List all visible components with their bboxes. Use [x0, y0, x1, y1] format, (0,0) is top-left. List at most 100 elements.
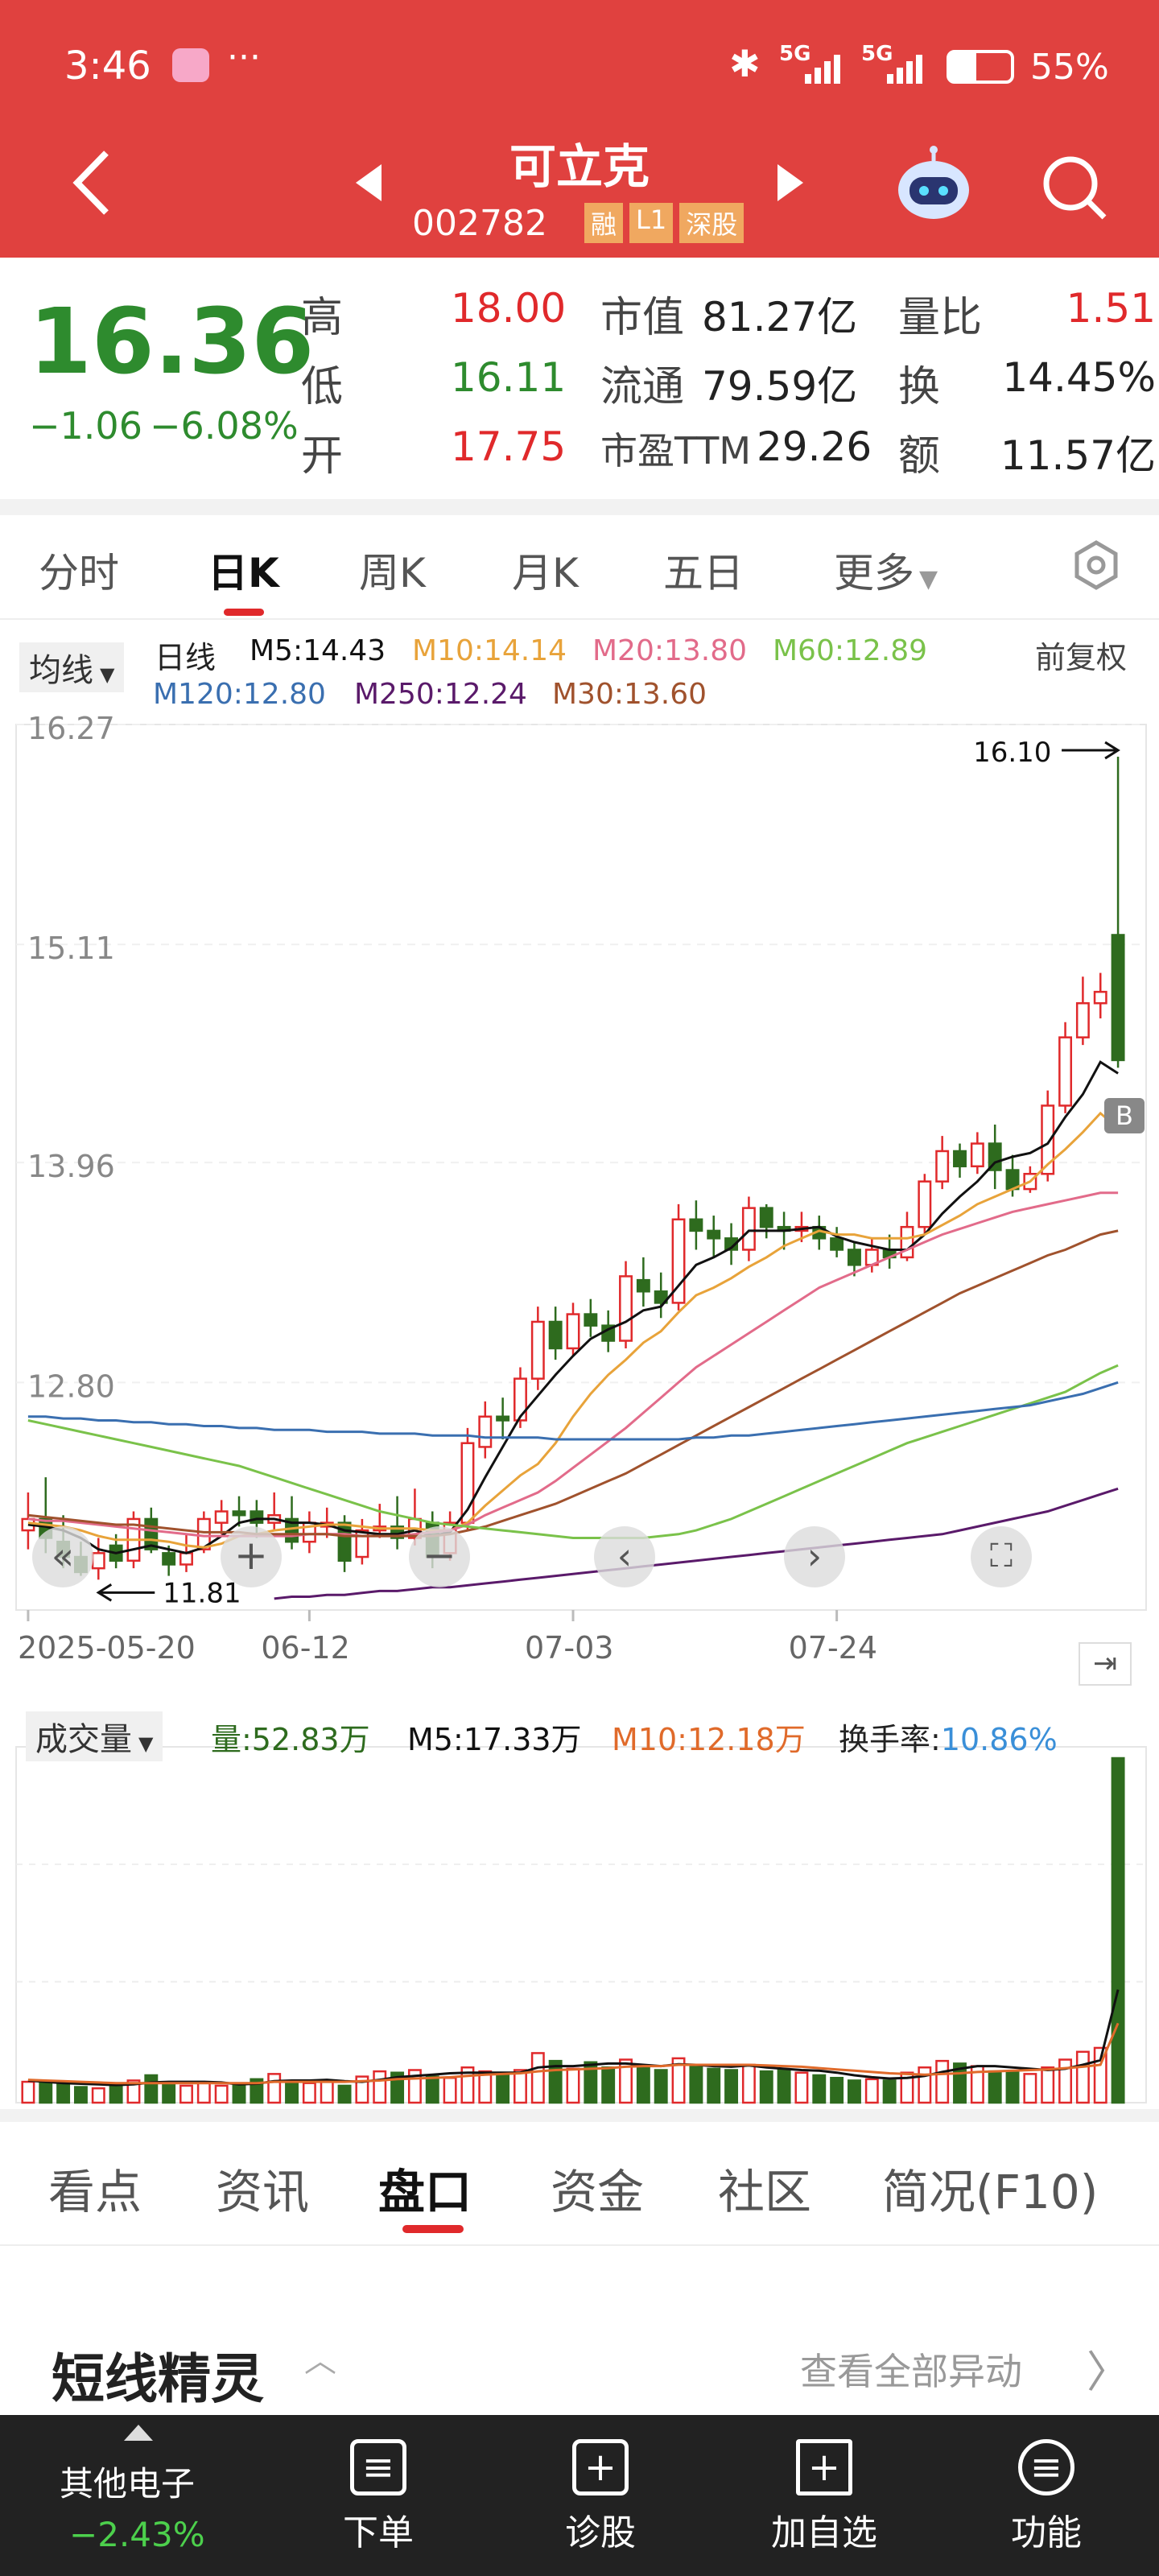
value-mktcap: 81.27亿	[702, 294, 858, 341]
tab-weekly-k[interactable]: 周K	[359, 541, 426, 599]
volume-bar	[777, 2069, 791, 2104]
label-vol-ratio: 量比	[898, 294, 983, 342]
function-button[interactable]: ≡ 功能	[966, 2439, 1127, 2555]
turnover-rate-value: 10.86%	[940, 1722, 1058, 1757]
bluetooth-icon: ✱	[729, 42, 761, 85]
candle-body	[1093, 990, 1107, 1005]
value-float: 79.59亿	[702, 363, 858, 410]
volume-bar	[794, 2071, 809, 2104]
scroll-left-button[interactable]: ‹	[594, 1526, 655, 1587]
candle-body	[478, 1415, 493, 1448]
robot-assistant-icon[interactable]	[893, 145, 974, 229]
view-all-link[interactable]: 查看全部异动	[800, 2343, 1022, 2396]
sector-change: −2.43%	[69, 2515, 205, 2554]
search-icon[interactable]	[1038, 151, 1111, 227]
tab-timeshare[interactable]: 分时	[39, 541, 119, 599]
candle-body	[953, 1150, 967, 1168]
candle-body	[636, 1278, 650, 1293]
volume-bar	[1058, 2058, 1073, 2104]
kline-chart[interactable]: 16.27 15.11 13.96 12.80 16.10 11.81 2025-05-20…	[0, 708, 1159, 2125]
tag-connect: 深股	[679, 203, 744, 243]
add-icon: +	[796, 2439, 852, 2496]
tab-orderbook[interactable]: 盘口	[378, 2154, 472, 2222]
back-button[interactable]	[68, 147, 116, 222]
adjust-label: 前复权	[1035, 640, 1128, 675]
volume-bar	[530, 2052, 545, 2104]
x-tick-label: 07-03	[525, 1630, 613, 1666]
chevron-down-icon: ▼	[138, 1732, 154, 1755]
volume-ma5: M5:17.33万	[407, 1722, 582, 1757]
turnover-rate-label: 换手率:	[839, 1722, 941, 1757]
label-low: 低	[301, 363, 344, 411]
zoom-in-button[interactable]: +	[221, 1526, 282, 1587]
min-price-label: 11.81	[163, 1577, 241, 1609]
volume-bar	[21, 2080, 35, 2104]
add-watchlist-button[interactable]: + 加自选	[744, 2439, 905, 2555]
ma20-label: M20:13.80	[592, 634, 748, 667]
value-pe: 29.26	[757, 423, 872, 470]
volume-bar	[707, 2067, 721, 2104]
expand-up-icon[interactable]	[124, 2425, 153, 2441]
next-stock-button[interactable]	[776, 163, 805, 206]
ma10-label: M10:14.14	[412, 634, 567, 667]
candle-body	[566, 1313, 580, 1350]
status-bar: 3:46 ··· ✱ 5G 5G 55%	[0, 0, 1159, 129]
chevron-right-icon[interactable]: 〉	[1087, 2336, 1130, 2400]
sector-name[interactable]: 其他电子	[60, 2457, 195, 2506]
app-notification-icon	[172, 48, 209, 82]
candle-body	[970, 1142, 984, 1168]
candle-body	[91, 1552, 105, 1570]
tab-more[interactable]: 更多 ▼	[834, 541, 938, 599]
tab-capital[interactable]: 资金	[551, 2154, 644, 2222]
volume-bar	[285, 2080, 299, 2104]
tab-profile[interactable]: 简况(F10)	[882, 2154, 1098, 2222]
volume-bar	[162, 2083, 176, 2104]
volume-bar	[196, 2082, 211, 2104]
scroll-right-button[interactable]: ›	[784, 1526, 845, 1587]
scroll-left-fast-button[interactable]: «	[32, 1526, 93, 1587]
tab-highlights[interactable]: 看点	[48, 2154, 142, 2222]
fullscreen-icon[interactable]: ⛶	[971, 1526, 1032, 1587]
line-type-label: 日线	[155, 640, 217, 675]
tab-five-day[interactable]: 五日	[663, 541, 744, 599]
chevron-up-icon[interactable]: ︿	[304, 2334, 336, 2381]
volume-bar	[232, 2083, 246, 2104]
prev-stock-button[interactable]	[354, 163, 383, 206]
diagnose-button[interactable]: + 诊股	[520, 2439, 681, 2555]
volume-bar	[988, 2070, 1002, 2104]
volume-bar	[636, 2066, 650, 2104]
buy-signal-badge[interactable]: B	[1104, 1098, 1145, 1133]
stock-tags: 融 L1 深股	[584, 203, 744, 243]
ma5-label: M5:14.43	[250, 634, 386, 667]
volume-bar	[514, 2069, 527, 2104]
tab-daily-k[interactable]: 日K	[208, 541, 279, 599]
tab-monthly-k[interactable]: 月K	[512, 541, 579, 599]
volume-bar	[918, 2066, 932, 2104]
ma30-label: M30:13.60	[552, 678, 707, 711]
zoom-out-button[interactable]: −	[409, 1526, 470, 1587]
candle-body	[830, 1237, 844, 1251]
candle-body	[689, 1218, 703, 1232]
volume-bar	[1111, 1757, 1125, 2104]
order-button[interactable]: ≡ 下单	[298, 2439, 459, 2555]
ma60-label: M60:12.89	[773, 634, 928, 667]
volume-selector[interactable]: 成交量 ▼	[26, 1711, 163, 1761]
jump-latest-button[interactable]: ⇥	[1079, 1642, 1132, 1686]
sprite-title: 短线精灵	[52, 2348, 264, 2410]
chevron-down-icon: ▼	[919, 565, 938, 593]
label-mktcap: 市值	[600, 294, 685, 342]
y-tick-label: 15.11	[27, 931, 115, 966]
value-vol-ratio: 1.51	[1066, 285, 1156, 332]
chevron-down-icon: ▼	[100, 663, 115, 686]
tab-active-indicator	[402, 2225, 464, 2233]
candle-body	[1058, 1036, 1073, 1107]
tab-community[interactable]: 社区	[718, 2154, 811, 2222]
bottom-toolbar: 其他电子 −2.43% ≡ 下单 + 诊股 + 加自选 ≡ 功能	[0, 2415, 1159, 2576]
candle-body	[355, 1529, 369, 1558]
chart-settings-icon[interactable]	[1070, 539, 1122, 594]
volume-bar	[1041, 2066, 1055, 2104]
ma-selector[interactable]: 均线 ▼	[19, 642, 125, 692]
x-tick-label: 07-24	[789, 1630, 877, 1666]
volume-bar	[741, 2063, 756, 2104]
tab-news[interactable]: 资讯	[216, 2154, 309, 2222]
